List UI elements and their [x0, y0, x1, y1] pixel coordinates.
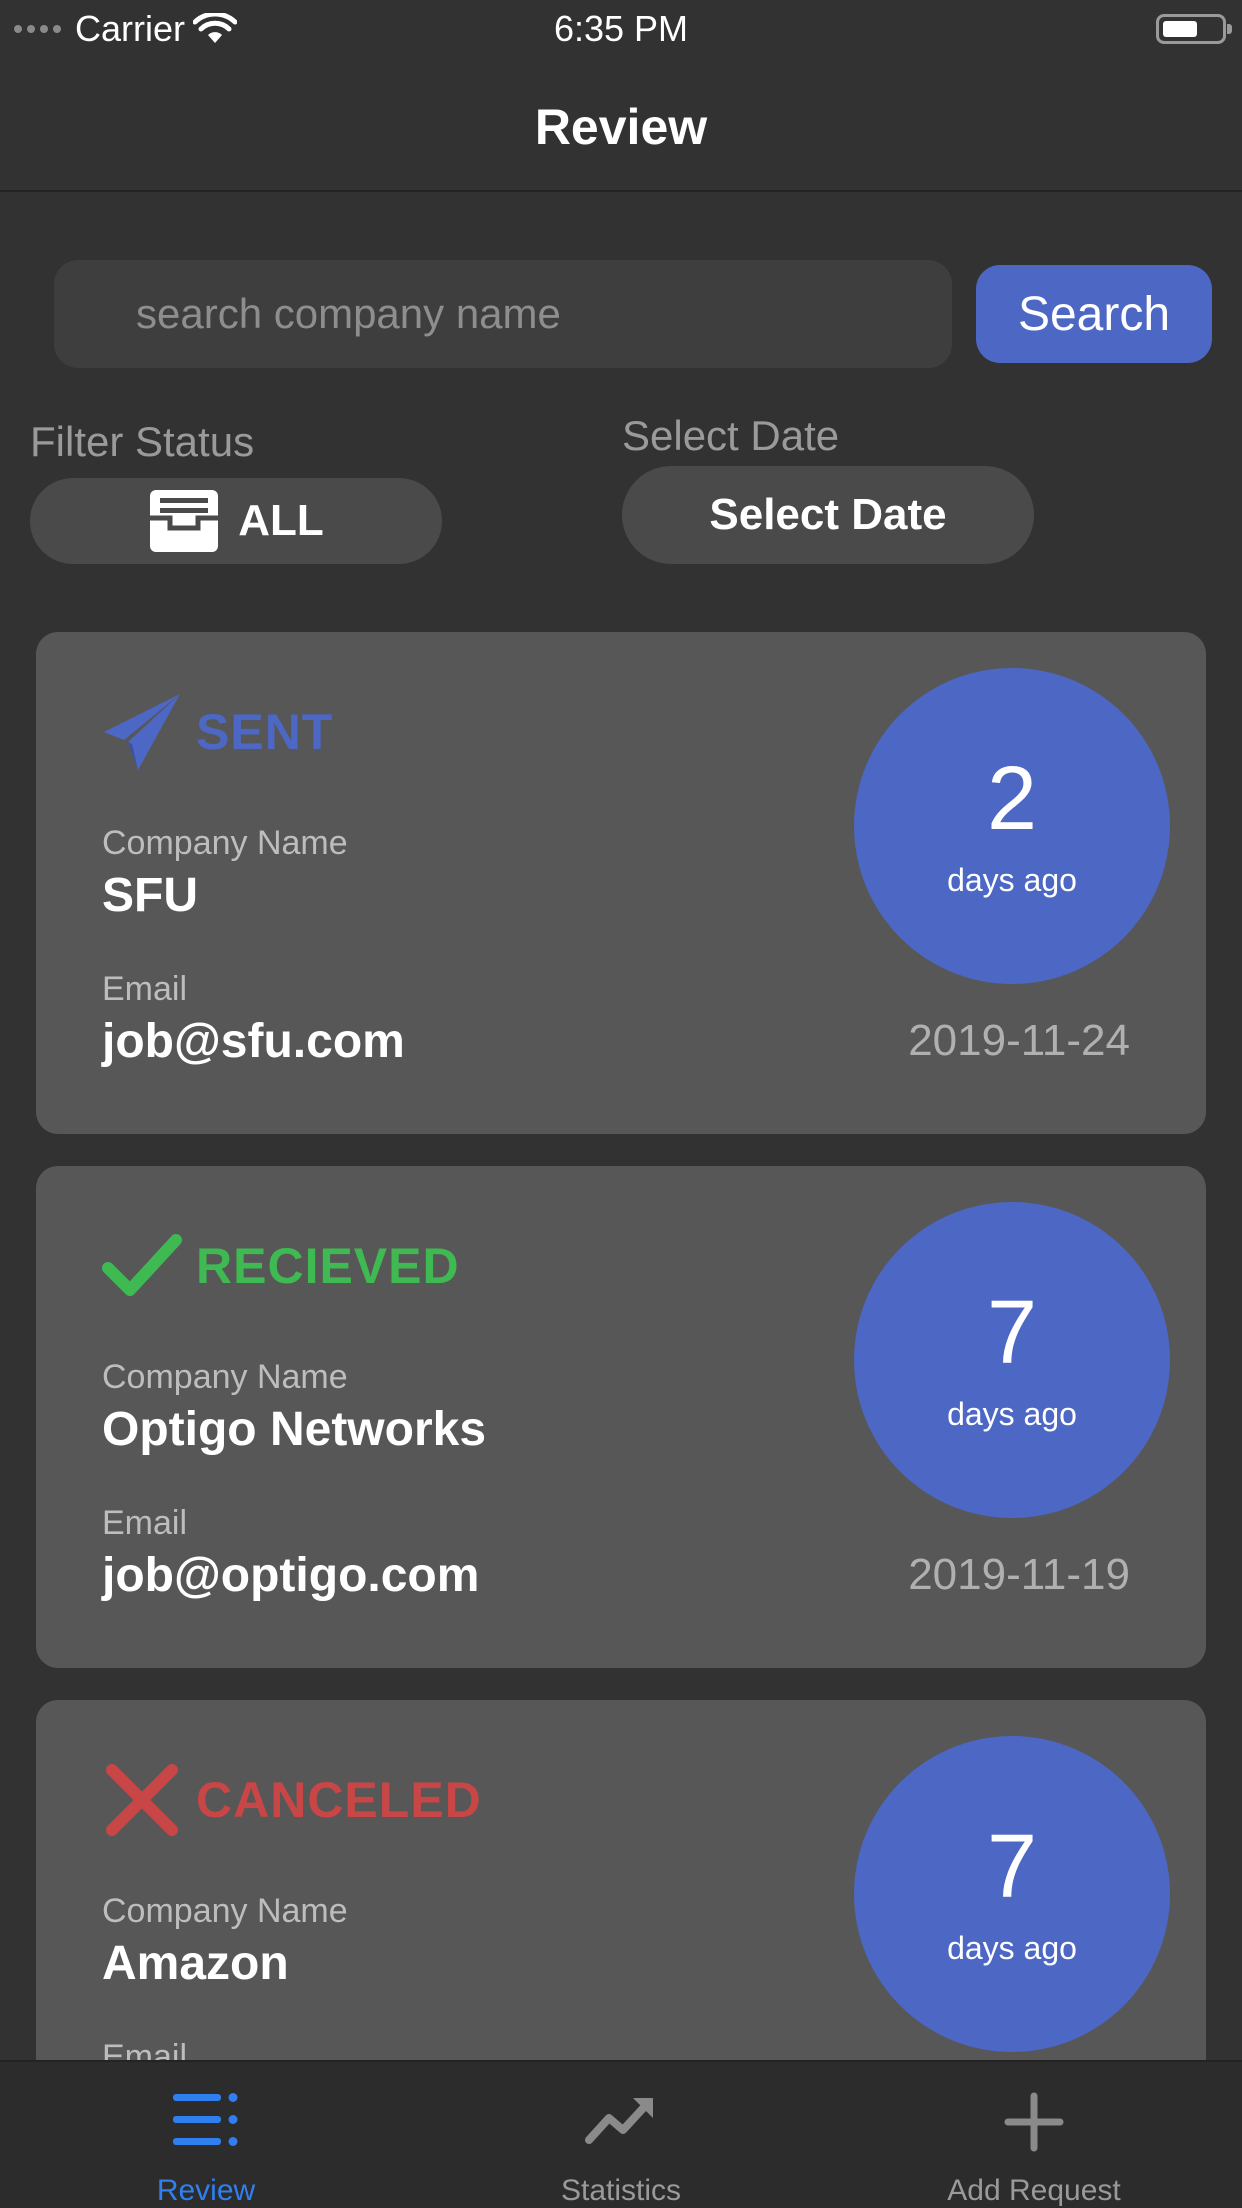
page-title: Review: [534, 99, 708, 155]
navigation-bar: Review: [0, 60, 1242, 192]
list-icon: [173, 2093, 238, 2146]
days-ago-badge: 2 days ago: [854, 668, 1170, 984]
plus-icon: [1004, 2092, 1064, 2152]
request-date: 2019-11-24: [908, 1016, 1130, 1065]
filter-status-button[interactable]: ALL: [30, 478, 442, 564]
status-label: CANCELED: [196, 1772, 482, 1828]
tab-statistics[interactable]: Statistics: [521, 2062, 721, 2208]
battery-icon: [1156, 14, 1232, 44]
tab-add-request[interactable]: Add Request: [924, 2062, 1144, 2208]
days-ago-label: days ago: [947, 1930, 1077, 1966]
company-name-label: Company Name: [102, 824, 348, 862]
days-ago-label: days ago: [947, 862, 1077, 898]
request-card[interactable]: RECIEVED Company Name Optigo Networks Em…: [36, 1166, 1206, 1668]
search-input[interactable]: [54, 260, 952, 368]
days-count: 7: [986, 1817, 1038, 1917]
inbox-tray-icon: [150, 490, 219, 552]
days-ago-badge: 7 days ago: [854, 1202, 1170, 1518]
paper-plane-icon: [104, 694, 180, 770]
email-label: Email: [102, 1504, 188, 1542]
days-count: 7: [986, 1283, 1038, 1383]
tab-review-label: Review: [156, 2174, 256, 2207]
status-label: RECIEVED: [196, 1238, 460, 1294]
days-ago-badge: 7 days ago: [854, 1736, 1170, 2052]
days-count: 2: [986, 749, 1038, 849]
status-row: CANCELED: [102, 1760, 482, 1840]
tab-bar: Review Statistics Add Request: [0, 2060, 1242, 2208]
company-name-value: SFU: [102, 869, 198, 922]
company-name-label: Company Name: [102, 1358, 348, 1396]
status-row: SENT: [102, 692, 333, 772]
tab-review[interactable]: Review: [106, 2062, 306, 2208]
company-name-label: Company Name: [102, 1892, 348, 1930]
request-date: 2019-11-19: [908, 1550, 1130, 1599]
checkmark-icon: [102, 1234, 182, 1296]
select-date-button[interactable]: Select Date: [622, 466, 1034, 564]
email-value: job@optigo.com: [102, 1549, 480, 1602]
company-name-value: Amazon: [102, 1937, 289, 1990]
tab-statistics-label: Statistics: [560, 2174, 682, 2207]
email-value: job@sfu.com: [102, 1015, 405, 1068]
status-label: SENT: [196, 704, 334, 760]
status-bar: Carrier 6:35 PM: [0, 0, 1242, 60]
filter-status-value: ALL: [238, 496, 324, 545]
clock: 6:35 PM: [553, 8, 689, 49]
status-row: RECIEVED: [102, 1226, 460, 1306]
select-date-label: Select Date: [622, 412, 840, 459]
x-mark-icon: [106, 1764, 178, 1836]
search-button[interactable]: Search: [976, 265, 1212, 363]
email-label: Email: [102, 970, 188, 1008]
days-ago-label: days ago: [947, 1396, 1077, 1432]
request-card[interactable]: SENT Company Name SFU Email job@sfu.com …: [36, 632, 1206, 1134]
tab-add-request-label: Add Request: [947, 2174, 1121, 2207]
trend-icon: [585, 2098, 653, 2144]
filter-status-label: Filter Status: [30, 418, 255, 465]
company-name-value: Optigo Networks: [102, 1403, 487, 1456]
